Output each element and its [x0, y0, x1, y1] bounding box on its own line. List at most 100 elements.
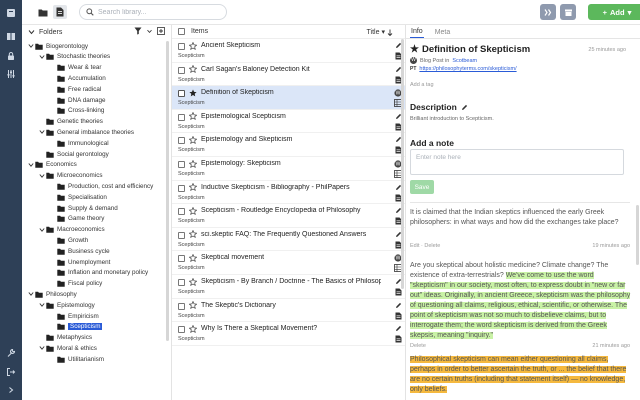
- item-checkbox[interactable]: [178, 184, 185, 192]
- folder-item[interactable]: Fiscal policy: [49, 279, 102, 289]
- folder-item[interactable]: Specialisation: [49, 192, 107, 202]
- item-checkbox[interactable]: [178, 66, 185, 74]
- add-button[interactable]: + Add ▾: [588, 4, 640, 20]
- item-row[interactable]: Inductive Skepticism - Bibliography - Ph…: [172, 181, 405, 205]
- folder-item[interactable]: Biogerontology: [27, 41, 88, 51]
- folder-item[interactable]: Unemployment: [49, 257, 110, 267]
- chevron-down-icon[interactable]: [38, 128, 45, 136]
- folder-item[interactable]: Business cycle: [49, 246, 110, 256]
- folder-item[interactable]: Utilitarianism: [49, 354, 104, 364]
- star-icon[interactable]: [189, 89, 197, 97]
- note-textarea[interactable]: Enter note here: [410, 149, 624, 175]
- book-icon[interactable]: [5, 30, 17, 42]
- star-icon[interactable]: [189, 206, 197, 215]
- item-row[interactable]: Epistemological Scepticism Scepticism: [172, 110, 405, 134]
- folder-item[interactable]: Immunological: [49, 138, 109, 148]
- item-row[interactable]: Epistemology: Skepticism Scepticism W: [172, 157, 405, 181]
- folder-item[interactable]: Accumulation: [49, 73, 106, 83]
- select-all-checkbox[interactable]: [178, 28, 185, 35]
- star-icon[interactable]: ★: [410, 44, 419, 55]
- folder-item[interactable]: Growth: [49, 235, 88, 245]
- add-folder-icon[interactable]: [157, 27, 165, 35]
- star-icon[interactable]: [189, 324, 197, 333]
- chevron-down-icon[interactable]: [38, 172, 45, 180]
- item-checkbox[interactable]: [178, 302, 185, 310]
- annotation-1-actions[interactable]: Edit · Delete: [410, 243, 440, 249]
- filter-icon[interactable]: [134, 27, 142, 35]
- folder-item[interactable]: Macroeconomics: [38, 225, 105, 235]
- item-row[interactable]: Skepticism - By Branch / Doctrine - The …: [172, 275, 405, 299]
- item-checkbox[interactable]: [178, 90, 185, 98]
- item-row[interactable]: Definition of Skepticism Scepticism W: [172, 86, 405, 110]
- search-input[interactable]: [98, 8, 218, 16]
- wrench-icon[interactable]: [5, 347, 17, 359]
- folder-item[interactable]: Economics: [27, 160, 77, 170]
- item-checkbox[interactable]: [178, 161, 185, 168]
- folder-item[interactable]: Scepticism: [49, 322, 103, 332]
- folder-item[interactable]: Moral & ethics: [38, 343, 97, 353]
- collapse-chevron-icon[interactable]: [5, 384, 17, 396]
- search-box[interactable]: [79, 4, 227, 20]
- source-link[interactable]: Scotbeam: [452, 58, 477, 64]
- item-checkbox[interactable]: [178, 43, 185, 50]
- item-checkbox[interactable]: [178, 208, 185, 216]
- item-checkbox[interactable]: [178, 231, 185, 239]
- folder-item[interactable]: Microeconomics: [38, 171, 103, 181]
- item-url[interactable]: https://philosophyterms.com/skepticism/: [419, 66, 516, 72]
- document-toggle-button[interactable]: [53, 5, 67, 19]
- folder-item[interactable]: Production, cost and efficiency: [49, 181, 153, 191]
- lock-icon[interactable]: [5, 50, 17, 62]
- edit-pencil-icon[interactable]: [461, 104, 468, 111]
- folder-item[interactable]: Empiricism: [49, 311, 99, 321]
- item-checkbox[interactable]: [178, 279, 185, 286]
- sliders-icon[interactable]: [5, 68, 17, 80]
- logout-icon[interactable]: [5, 366, 17, 378]
- tab-info[interactable]: Info: [410, 28, 424, 38]
- item-row[interactable]: The Skeptic's Dictionary Scepticism: [172, 299, 405, 323]
- item-row[interactable]: sci.skeptic FAQ: The Frequently Question…: [172, 228, 405, 252]
- add-tag-link[interactable]: Add a tag: [410, 82, 434, 88]
- folder-item[interactable]: Game theory: [49, 214, 104, 224]
- filter-chevron-icon[interactable]: [147, 29, 152, 34]
- folder-item[interactable]: Inflation and monetary policy: [49, 268, 148, 278]
- folders-toggle-button[interactable]: [36, 5, 50, 19]
- folders-scrollbar[interactable]: [166, 41, 169, 341]
- folder-item[interactable]: Supply & demand: [49, 203, 118, 213]
- item-checkbox[interactable]: [178, 255, 185, 263]
- chevron-down-icon[interactable]: [27, 290, 34, 298]
- star-icon[interactable]: [189, 277, 197, 286]
- folder-item[interactable]: Free radical: [49, 84, 101, 94]
- sort-direction-icon[interactable]: [387, 29, 393, 36]
- collapse-folders-icon[interactable]: [28, 29, 35, 36]
- chevron-down-icon[interactable]: [38, 301, 45, 309]
- chevron-down-icon[interactable]: [27, 42, 34, 50]
- items-scrollbar[interactable]: [401, 39, 404, 289]
- folder-item[interactable]: DNA damage: [49, 95, 105, 105]
- chevron-down-icon[interactable]: [27, 161, 34, 169]
- star-icon[interactable]: [189, 253, 197, 262]
- star-icon[interactable]: [189, 183, 197, 192]
- folder-item[interactable]: Genetic theories: [38, 117, 103, 127]
- bookmark-button[interactable]: [540, 4, 556, 20]
- item-row[interactable]: Carl Sagan's Baloney Detection Kit Scepti…: [172, 63, 405, 87]
- save-note-button[interactable]: Save: [410, 180, 434, 194]
- library-icon[interactable]: [5, 7, 17, 19]
- chevron-down-icon[interactable]: [38, 226, 45, 234]
- item-row[interactable]: Epistemology and Skepticism Scepticism: [172, 133, 405, 157]
- star-icon[interactable]: [189, 65, 197, 74]
- archive-button[interactable]: [560, 4, 576, 20]
- star-icon[interactable]: [189, 230, 197, 239]
- item-checkbox[interactable]: [178, 326, 185, 334]
- folder-item[interactable]: Stochastic theories: [38, 52, 110, 62]
- star-icon[interactable]: [189, 112, 197, 121]
- folder-item[interactable]: Metaphysics: [38, 333, 92, 343]
- item-row[interactable]: Skeptical movement Scepticism W: [172, 251, 405, 275]
- chevron-down-icon[interactable]: [38, 344, 45, 352]
- star-icon[interactable]: [189, 41, 197, 50]
- annotation-2-actions[interactable]: Delete: [410, 343, 426, 349]
- sort-dropdown[interactable]: Title ▾: [367, 28, 393, 36]
- folder-item[interactable]: General imbalance theories: [38, 127, 134, 137]
- tab-meta[interactable]: Meta: [434, 29, 452, 38]
- star-icon[interactable]: [189, 301, 197, 310]
- star-icon[interactable]: [189, 135, 197, 144]
